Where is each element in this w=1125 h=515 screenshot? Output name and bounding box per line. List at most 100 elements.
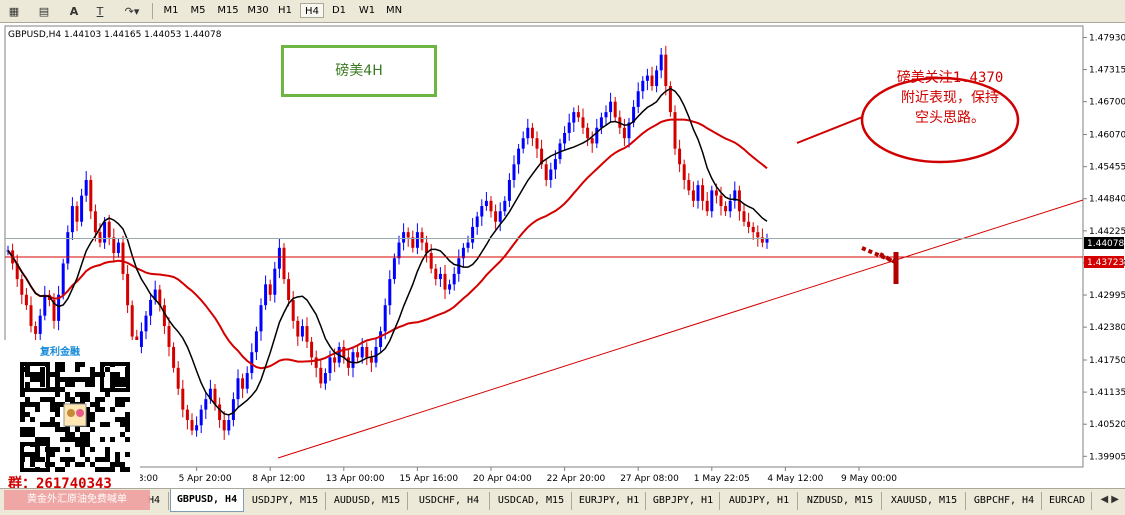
chart-style-icon[interactable]: ▦ [4, 3, 24, 21]
time-tick-label: 4 May 12:00 [767, 474, 823, 484]
qr-module [85, 392, 90, 397]
qr-module [55, 362, 60, 367]
arrows-icon[interactable]: ↷▾ [118, 3, 146, 21]
candle-body [245, 373, 249, 389]
qr-module [105, 392, 110, 397]
candle-body [572, 112, 576, 123]
candle-body [172, 346, 176, 368]
qr-module [120, 417, 125, 422]
candle-body [282, 247, 286, 280]
promo-banner: 黄金外汇原油免费喊单 [4, 490, 150, 510]
candle-body [397, 242, 401, 259]
qr-module [75, 377, 80, 382]
qr-module [50, 397, 55, 402]
qr-module [120, 422, 125, 427]
tab-gbpchf-h4[interactable]: GBPCHF, H4 [967, 492, 1042, 510]
qr-module [110, 467, 115, 472]
time-tick-label: 9 May 00:00 [841, 474, 897, 484]
tab-gbpusd-h4[interactable]: GBPUSD, H4 [170, 489, 244, 512]
timeframe-d1-button[interactable]: D1 [328, 3, 350, 18]
tab-eurjpy-h1[interactable]: EURJPY, H1 [573, 492, 646, 510]
candle-body [300, 326, 304, 337]
time-tick-label: 27 Apr 08:00 [620, 474, 679, 484]
timeframe-w1-button[interactable]: W1 [356, 3, 378, 18]
qr-panel [0, 340, 140, 490]
candle-body [494, 211, 498, 222]
candle-body [365, 346, 369, 358]
candle-body [130, 305, 134, 337]
qr-module [30, 417, 35, 422]
candle-body [406, 232, 410, 238]
candle-body [346, 357, 350, 368]
tab-usdcad-m15[interactable]: USDCAD, M15 [491, 492, 572, 510]
qr-module [75, 442, 80, 447]
text-tool-icon[interactable]: A [64, 3, 84, 21]
qr-module [105, 457, 110, 462]
candle-body [636, 91, 640, 107]
qr-module [30, 432, 35, 437]
candle-body [319, 367, 323, 384]
timeframe-m15-button[interactable]: M15 [214, 3, 242, 18]
qr-module [40, 372, 45, 377]
candle-body [553, 159, 557, 170]
timeframe-mn-button[interactable]: MN [382, 3, 406, 18]
candle-body [475, 216, 479, 227]
candle-body [664, 54, 668, 87]
candle-body [415, 232, 419, 248]
qr-module [120, 382, 125, 387]
qr-module [125, 452, 130, 457]
timeframe-m30-button[interactable]: M30 [244, 3, 272, 18]
tab-eurcad[interactable]: EURCAD [1043, 492, 1092, 510]
qr-module [55, 447, 60, 452]
tab-scroll-arrows-icon[interactable]: ◀ ▶ [1100, 494, 1119, 505]
qr-title: 复利金融 [40, 347, 80, 358]
qr-module [95, 372, 100, 377]
qr-module [115, 397, 120, 402]
qr-module [90, 447, 95, 452]
qr-module [55, 412, 60, 417]
indicators-icon[interactable]: ▤ [34, 3, 54, 21]
candle-body [167, 326, 171, 347]
candle-body [613, 101, 617, 118]
candle-body [379, 331, 383, 347]
qr-module [115, 457, 120, 462]
candle-body [93, 211, 97, 233]
timeframe-m5-button[interactable]: M5 [187, 3, 209, 18]
timeframe-m1-button[interactable]: M1 [160, 3, 182, 18]
tab-audjpy-h1[interactable]: AUDJPY, H1 [721, 492, 798, 510]
qr-module [65, 382, 70, 387]
candle-body [756, 232, 760, 238]
text-label-icon[interactable]: T [90, 3, 110, 21]
candle-body [622, 127, 626, 139]
qr-module [25, 372, 30, 377]
candle-body [544, 164, 548, 180]
candle-body [489, 200, 493, 212]
tab-audusd-m15[interactable]: AUDUSD, M15 [327, 492, 408, 510]
candle-body [678, 148, 682, 165]
qr-module [25, 382, 30, 387]
qr-module [125, 427, 130, 432]
qr-module [115, 402, 120, 407]
tab-xauusd-m15[interactable]: XAUUSD, M15 [883, 492, 966, 510]
qr-module [115, 452, 120, 457]
price-tick-label: 1.46070 [1089, 131, 1125, 141]
qr-module [50, 407, 55, 412]
tab-gbpjpy-h1[interactable]: GBPJPY, H1 [647, 492, 720, 510]
qr-module [45, 437, 50, 442]
tab-usdchf-h4[interactable]: USDCHF, H4 [409, 492, 490, 510]
qr-module [55, 402, 60, 407]
qr-module [105, 452, 110, 457]
timeframe-h1-button[interactable]: H1 [274, 3, 296, 18]
qr-module [85, 432, 90, 437]
candle-body [268, 284, 272, 295]
tab-usdjpy-m15[interactable]: USDJPY, M15 [245, 492, 326, 510]
qr-module [55, 422, 60, 427]
tab-nzdusd-m15[interactable]: NZDUSD, M15 [799, 492, 882, 510]
qr-module [115, 417, 120, 422]
qr-module [95, 402, 100, 407]
candle-body [236, 378, 240, 400]
price-tick-label: 1.41135 [1089, 388, 1125, 398]
candle-body [34, 326, 38, 334]
qr-module [110, 437, 115, 442]
timeframe-h4-button[interactable]: H4 [300, 3, 324, 18]
